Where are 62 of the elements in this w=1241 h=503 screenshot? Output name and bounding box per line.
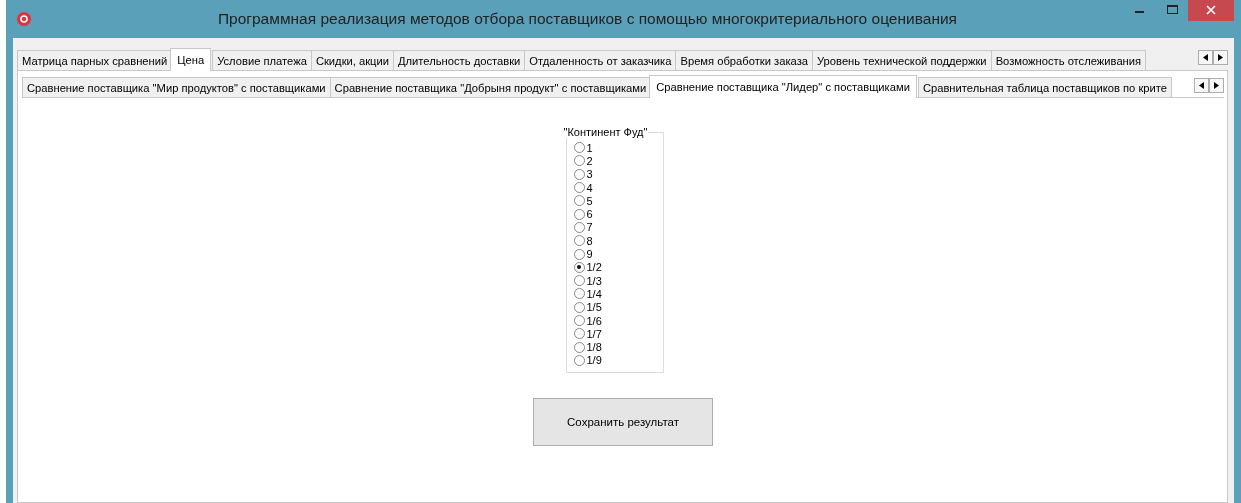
tab[interactable]: Условие платежа [212, 50, 312, 70]
radio-label: 8 [586, 234, 593, 247]
radio-label: 9 [586, 248, 593, 260]
radio-label: 1/5 [586, 301, 602, 314]
radio-button[interactable] [573, 275, 585, 287]
close-icon [1206, 5, 1216, 15]
radio-label: 4 [586, 181, 593, 194]
radio-button[interactable] [573, 328, 585, 340]
radio-button[interactable] [573, 195, 585, 207]
scroll-right-button[interactable] [1209, 78, 1224, 93]
radio-label: 1 [586, 141, 593, 154]
radio-button[interactable] [573, 208, 585, 220]
tab[interactable]: Возможность отслеживания [990, 50, 1147, 70]
radio-label: 1/2 [586, 261, 602, 274]
radio-button[interactable] [573, 168, 585, 180]
radio-button[interactable] [573, 315, 585, 326]
radio-label: 1/4 [586, 287, 602, 300]
tab[interactable]: Длительность доставки [393, 50, 526, 70]
radio-button[interactable] [573, 248, 585, 260]
scroll-right-button[interactable] [1213, 50, 1228, 65]
right-triangle-icon [1214, 82, 1219, 89]
tab[interactable]: Сравнительная таблица поставщиков по крите [917, 77, 1172, 97]
left-triangle-icon [1199, 82, 1204, 89]
left-triangle-icon [1203, 54, 1208, 61]
radio-button[interactable] [573, 221, 585, 233]
radio-label: 2 [586, 154, 593, 167]
radio-label: 1/3 [586, 274, 602, 287]
radio-button[interactable] [573, 182, 585, 194]
radio-button[interactable] [573, 155, 585, 167]
radio-label: 1/9 [586, 354, 602, 367]
tab[interactable]: Скидки, акции [310, 50, 394, 70]
radio-label: 6 [586, 208, 593, 221]
right-triangle-icon [1218, 54, 1223, 61]
radio-button[interactable] [573, 341, 585, 353]
tab[interactable]: Уровень технической поддержки [812, 50, 992, 70]
tab[interactable]: Матрица парных сравнений [17, 50, 173, 70]
maximize-icon [1166, 5, 1178, 15]
scroll-left-button[interactable] [1194, 78, 1209, 93]
scroll-left-button[interactable] [1198, 50, 1213, 65]
radio-button[interactable] [573, 261, 585, 273]
radio-label: 5 [586, 194, 593, 207]
tab[interactable]: Сравнение поставщика "Добрыня продукт" с поставщиками [329, 77, 652, 97]
radio-label: 7 [586, 221, 593, 234]
tab[interactable]: Отдаленность от заказчика [524, 50, 677, 70]
radio-label: 3 [586, 168, 593, 181]
radio-button[interactable] [573, 288, 585, 300]
close-button[interactable] [1188, 0, 1234, 21]
app-icon [17, 12, 31, 26]
radio-button[interactable] [573, 301, 585, 313]
radio-label: 1/8 [586, 341, 602, 354]
tab[interactable]: Время обработки заказа [675, 50, 813, 70]
radio-button[interactable] [573, 235, 585, 247]
radio-label: 1/7 [586, 327, 602, 340]
tab[interactable]: Сравнение поставщика "Мир продуктов" с поставщиками [22, 77, 331, 97]
group-title: "Континент Фуд" [562, 126, 649, 138]
tab[interactable]: Сравнение поставщика "Лидер" с поставщиками [649, 75, 917, 98]
window-title: Программная реализация методов отбора поставщиков с помощью многокритериального оценивания [216, 10, 958, 28]
radio-button[interactable] [573, 354, 585, 366]
radio-label: 1/6 [586, 314, 602, 327]
save-button[interactable]: Сохранить результат [533, 398, 713, 447]
radio-button[interactable] [573, 142, 585, 154]
tab[interactable]: Цена [170, 48, 212, 71]
